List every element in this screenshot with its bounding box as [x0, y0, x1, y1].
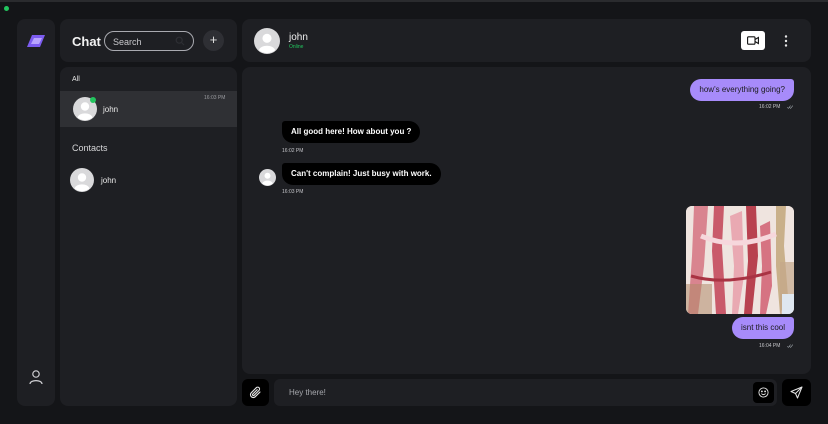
contacts-title: Contacts — [72, 143, 108, 153]
chat-header: john Online — [242, 19, 811, 62]
message-time: 16:02 PM — [282, 148, 304, 154]
message-time: 16:02 PM — [759, 104, 781, 110]
video-camera-icon — [747, 36, 759, 45]
search-input[interactable] — [113, 33, 177, 51]
logo-icon — [27, 35, 45, 47]
online-indicator — [90, 97, 96, 103]
message-input[interactable] — [289, 384, 749, 401]
plus-icon: + — [209, 32, 218, 47]
avatar — [70, 168, 94, 192]
emoji-button[interactable] — [753, 382, 774, 403]
chat-name: john — [103, 105, 119, 114]
more-vertical-icon[interactable] — [781, 34, 791, 48]
message-bubble-outgoing: isnt this cool — [731, 317, 794, 339]
new-chat-button[interactable]: + — [203, 30, 224, 51]
message-bubble-incoming: Can't complain! Just busy with work. — [282, 163, 441, 185]
chat-list-item[interactable]: john 16:03 PM — [60, 91, 237, 127]
message-time: 16:03 PM — [282, 189, 304, 195]
chat-contact-name: john — [289, 32, 308, 43]
painting-image — [686, 206, 794, 314]
send-button[interactable] — [782, 379, 811, 406]
contact-list-item[interactable]: john — [60, 165, 237, 195]
avatar — [259, 169, 276, 186]
status-indicator — [4, 6, 9, 11]
attach-button[interactable] — [242, 379, 269, 406]
double-check-icon — [787, 105, 793, 109]
filter-label[interactable]: All — [72, 76, 80, 83]
sidebar-title: Chat — [72, 34, 101, 49]
sidebar-list: All john 16:03 PM Contacts john — [60, 67, 237, 406]
window-top-bar — [0, 0, 828, 2]
smiley-icon — [758, 387, 769, 398]
search-icon — [175, 36, 185, 46]
send-icon — [790, 386, 803, 399]
message-time: 16:04 PM — [759, 343, 781, 349]
user-icon[interactable] — [28, 369, 44, 385]
contact-name: john — [101, 176, 117, 185]
message-image[interactable] — [686, 206, 794, 314]
message-bubble-outgoing: how's everything going? — [690, 79, 794, 101]
sidebar-header: Chat + — [60, 19, 237, 62]
message-composer — [274, 379, 777, 406]
chat-contact-status: Online — [289, 44, 304, 50]
avatar[interactable] — [254, 28, 280, 54]
double-check-icon — [787, 344, 793, 348]
message-bubble-incoming: All good here! How about you ? — [282, 121, 421, 143]
search-box[interactable] — [104, 31, 194, 51]
paperclip-icon — [249, 386, 261, 399]
video-call-button[interactable] — [741, 31, 765, 50]
message-list: how's everything going? 16:02 PM All goo… — [242, 67, 811, 374]
chat-time: 16:03 PM — [204, 95, 226, 101]
nav-rail — [17, 19, 55, 406]
